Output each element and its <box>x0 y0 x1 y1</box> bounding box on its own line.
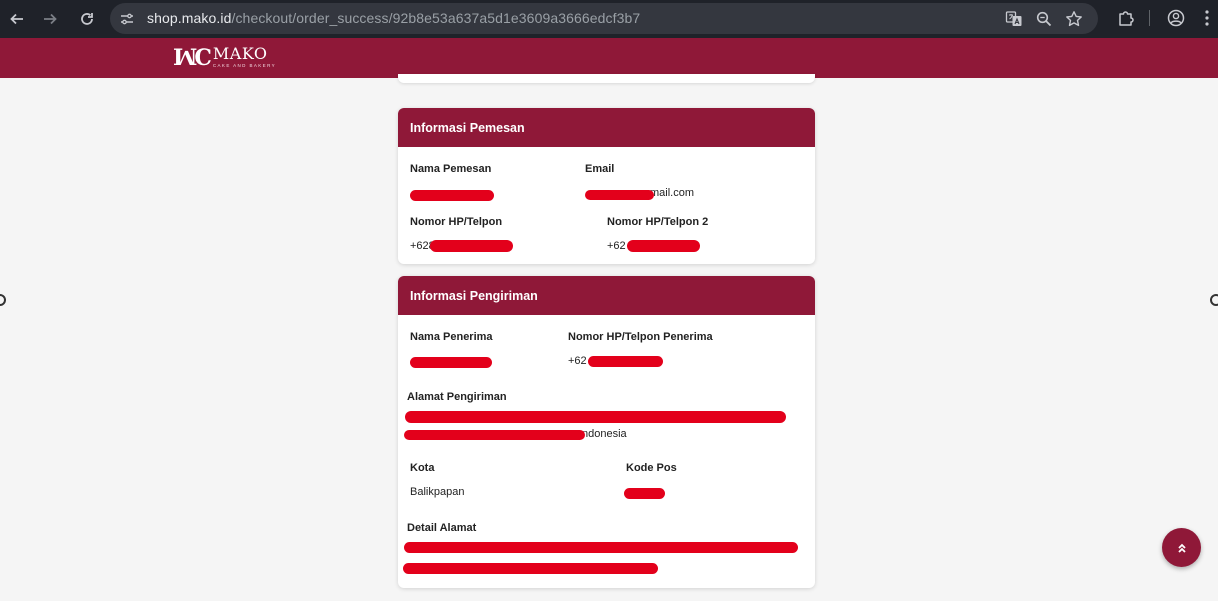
nomor-hp-label: Nomor HP/Telpon <box>410 216 503 228</box>
nomor-hp-penerima-label: Nomor HP/Telpon Penerima <box>568 331 713 343</box>
address-bar[interactable]: shop.mako.id/checkout/order_success/92b8… <box>110 3 1098 34</box>
redacted-alamat-line1 <box>405 411 786 423</box>
redacted-nomor-hp <box>430 240 513 252</box>
logo-mark: ꟽC <box>173 45 212 71</box>
extensions-icon[interactable] <box>1116 8 1136 28</box>
alamat-pengiriman-label: Alamat Pengiriman <box>407 391 507 403</box>
redacted-detail-line1 <box>404 542 798 553</box>
nama-pemesan-label: Nama Pemesan <box>410 163 492 175</box>
nomor-hp-penerima-value: +62 <box>568 355 587 367</box>
alamat-value-tail: ndonesia <box>582 428 627 440</box>
kota-label: Kota <box>410 462 435 474</box>
translate-icon[interactable] <box>1005 10 1023 28</box>
left-edge-handle <box>0 294 6 306</box>
pengiriman-card-title: Informasi Pengiriman <box>398 276 815 315</box>
logo-tagline: CAKE AND BAKERY <box>212 63 277 68</box>
kode-pos-label: Kode Pos <box>626 462 677 474</box>
kota-value: Balikpapan <box>410 486 465 498</box>
menu-icon[interactable] <box>1200 8 1214 28</box>
scroll-to-top-button[interactable] <box>1162 528 1201 567</box>
email-label: Email <box>585 163 615 175</box>
redacted-nama-penerima <box>410 357 492 368</box>
profile-icon[interactable] <box>1166 8 1186 28</box>
pemesan-card: Informasi Pemesan Nama Pemesan Email mai… <box>398 108 815 264</box>
nomor-hp2-label: Nomor HP/Telpon 2 <box>607 216 709 228</box>
mako-logo[interactable]: ꟽC MAKO CAKE AND BAKERY <box>173 44 277 72</box>
redacted-nama-pemesan <box>410 190 494 201</box>
browser-toolbar: shop.mako.id/checkout/order_success/92b8… <box>0 0 1218 38</box>
redacted-detail-line2 <box>403 563 658 574</box>
logo-wordmark: MAKO <box>212 44 268 63</box>
nomor-hp2-value: +62 <box>607 240 626 252</box>
email-value: mail.com <box>650 187 695 199</box>
back-icon[interactable] <box>6 8 28 30</box>
redacted-email <box>585 190 654 200</box>
forward-icon[interactable] <box>39 8 61 30</box>
url-host: shop.mako.id <box>147 10 232 26</box>
redacted-nomor-hp2 <box>627 240 700 252</box>
toolbar-separator <box>1149 10 1150 26</box>
bookmark-star-icon[interactable] <box>1065 10 1083 28</box>
redacted-nomor-hp-penerima <box>588 356 663 367</box>
double-chevron-up-icon <box>1177 543 1186 553</box>
nama-penerima-label: Nama Penerima <box>410 331 493 343</box>
detail-alamat-label: Detail Alamat <box>407 522 477 534</box>
right-edge-handle <box>1210 294 1218 306</box>
redacted-alamat-line2 <box>404 430 585 440</box>
redacted-kode-pos <box>624 488 665 499</box>
reload-icon[interactable] <box>76 8 98 30</box>
previous-card-bottom <box>398 74 815 83</box>
zoom-icon[interactable] <box>1035 10 1053 28</box>
site-info-icon[interactable] <box>119 11 135 27</box>
url-path: /checkout/order_success/92b8e53a637a5d1e… <box>231 10 641 26</box>
pemesan-card-title: Informasi Pemesan <box>398 108 815 147</box>
site-header: ꟽC MAKO CAKE AND BAKERY <box>0 38 1218 78</box>
url-text[interactable]: shop.mako.id/checkout/order_success/92b8… <box>147 10 640 26</box>
pengiriman-card: Informasi Pengiriman Nama Penerima Nomor… <box>398 276 815 588</box>
